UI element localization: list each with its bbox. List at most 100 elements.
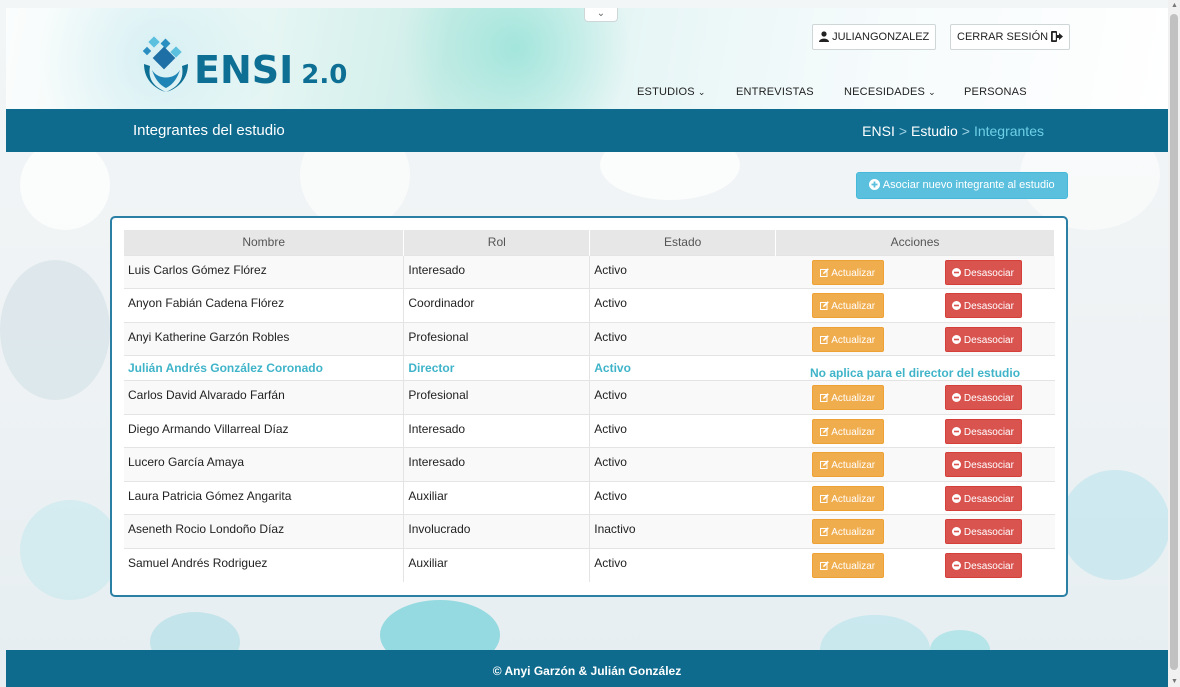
footer-copyright: © Anyi Garzón & Julián González [492, 664, 682, 678]
cell-status: Activo [589, 321, 776, 356]
dissociate-label: Desasociar [963, 460, 1014, 471]
chevron-down-icon: ⌄ [697, 87, 706, 97]
dissociate-label: Desasociar [963, 560, 1014, 572]
nav-estudios[interactable]: ESTUDIOS ⌄ [637, 86, 706, 98]
logo-version: 2.0 [301, 60, 348, 90]
edit-icon [819, 301, 829, 310]
cell-role: Director [403, 355, 590, 381]
nav-entrevistas[interactable]: ENTREVISTAS [736, 86, 814, 98]
logout-label: CERRAR SESIÓN [957, 31, 1049, 43]
logo-text: ENSI 2.0 [194, 48, 347, 92]
scroll-down-arrow-icon[interactable]: ▼ [1171, 678, 1178, 685]
logout-button[interactable]: CERRAR SESIÓN [950, 24, 1071, 50]
cell-actions: Actualizar Desasociar [775, 514, 1055, 548]
minus-circle-icon [952, 560, 962, 570]
cell-role: Interesado [403, 254, 590, 289]
cell-status: Activo [589, 447, 776, 481]
column-header-estado[interactable]: Estado [589, 230, 777, 255]
minus-circle-icon [952, 460, 962, 469]
dissociate-label: Desasociar [963, 527, 1014, 538]
nav-personas-label: PERSONAS [964, 86, 1027, 98]
page-scrollbar[interactable]: ▲ ▼ [1168, 0, 1180, 687]
edit-icon [819, 560, 829, 570]
cell-name: Anyon Fabián Cadena Flórez [124, 288, 404, 322]
site-header: ⌄ ENSI 2.0 JULIANGONZALEZ CERRAR SESIÓN E… [6, 8, 1168, 109]
minus-circle-icon [952, 493, 962, 503]
breadcrumb: ENSI > Estudio > Integrantes [862, 123, 1044, 139]
update-button[interactable]: Actualizar [811, 293, 884, 318]
update-label: Actualizar [831, 301, 876, 312]
dissociate-button[interactable]: Desasociar [944, 385, 1022, 410]
site-footer: © Anyi Garzón & Julián González [6, 650, 1168, 687]
dissociate-button[interactable]: Desasociar [944, 418, 1022, 444]
update-button[interactable]: Actualizar [811, 519, 884, 544]
breadcrumb-item-estudio[interactable]: Estudio [911, 123, 958, 139]
cell-status: Activo [589, 254, 776, 289]
table-row: Samuel Andrés Rodriguez Auxiliar Activo Ac… [124, 547, 1055, 582]
nav-personas[interactable]: PERSONAS [964, 86, 1027, 98]
dissociate-label: Desasociar [963, 493, 1014, 505]
members-panel: Nombre Rol Estado Acciones Luis Carlos G… [110, 216, 1068, 597]
cell-actions: Actualizar Desasociar [775, 321, 1055, 356]
bokeh-decoration [20, 140, 110, 230]
logo-name: ENSI [194, 48, 294, 92]
edit-icon [819, 527, 829, 536]
cell-status: Activo [589, 480, 776, 515]
cell-name: Anyi Katherine Garzón Robles [124, 321, 404, 356]
add-member-button[interactable]: Asociar nuevo integrante al estudio [856, 172, 1068, 199]
table-row: Luis Carlos Gómez Flórez Interesado Activo… [124, 254, 1055, 289]
column-header-rol[interactable]: Rol [403, 230, 591, 255]
cell-name: Carlos David Alvarado Farfán [124, 380, 404, 414]
update-label: Actualizar [831, 493, 876, 505]
column-header-nombre[interactable]: Nombre [124, 230, 405, 255]
header-collapse-toggle[interactable]: ⌄ [584, 8, 618, 22]
dissociate-button[interactable]: Desasociar [944, 259, 1022, 285]
dissociate-button[interactable]: Desasociar [944, 519, 1022, 544]
cell-actions: No aplica para el director del estudio [775, 355, 1055, 381]
cell-actions: Actualizar Desasociar [775, 480, 1055, 515]
update-button[interactable]: Actualizar [811, 385, 884, 410]
update-button[interactable]: Actualizar [811, 552, 884, 578]
edit-icon [819, 460, 829, 469]
breadcrumb-item-ensi[interactable]: ENSI [862, 123, 895, 139]
cell-actions: Actualizar Desasociar [775, 288, 1055, 322]
edit-icon [819, 393, 829, 402]
dissociate-label: Desasociar [963, 301, 1014, 312]
update-label: Actualizar [831, 393, 876, 404]
dissociate-button[interactable]: Desasociar [944, 326, 1022, 352]
table-row: Lucero García Amaya Interesado Activo Actu… [124, 447, 1055, 481]
dissociate-button[interactable]: Desasociar [944, 552, 1022, 578]
dissociate-button[interactable]: Desasociar [944, 452, 1022, 477]
update-label: Actualizar [831, 334, 876, 346]
update-button[interactable]: Actualizar [811, 452, 884, 477]
update-button[interactable]: Actualizar [811, 326, 884, 352]
user-name: JULIANGONZALEZ [832, 31, 930, 43]
update-label: Actualizar [831, 560, 876, 572]
dissociate-button[interactable]: Desasociar [944, 485, 1022, 511]
update-label: Actualizar [831, 426, 876, 438]
plus-circle-icon [869, 179, 881, 190]
user-profile-button[interactable]: JULIANGONZALEZ [812, 24, 937, 50]
dissociate-button[interactable]: Desasociar [944, 293, 1022, 318]
cell-role: Interesado [403, 447, 590, 481]
cell-role: Auxiliar [403, 480, 590, 515]
minus-circle-icon [952, 426, 962, 436]
table-row: Laura Patricia Gómez Angarita Auxiliar Act… [124, 480, 1055, 515]
update-button[interactable]: Actualizar [811, 259, 884, 285]
dissociate-label: Desasociar [963, 334, 1014, 346]
breadcrumb-separator: > [898, 123, 908, 139]
update-label: Actualizar [831, 267, 876, 279]
update-label: Actualizar [831, 527, 876, 538]
update-button[interactable]: Actualizar [811, 485, 884, 511]
scrollbar-thumb[interactable] [1170, 14, 1178, 670]
header-glow [386, 8, 646, 109]
ensi-logo[interactable]: ENSI 2.0 [140, 34, 370, 109]
logo-emblem-icon [142, 36, 188, 92]
table-row: Diego Armando Villarreal Díaz Interesado A… [124, 413, 1055, 448]
nav-necesidades[interactable]: NECESIDADES ⌄ [844, 86, 936, 98]
cell-role: Profesional [403, 380, 590, 414]
update-button[interactable]: Actualizar [811, 418, 884, 444]
scroll-up-arrow-icon[interactable]: ▲ [1171, 2, 1178, 9]
cell-role: Auxiliar [403, 547, 590, 582]
cell-status: Activo [589, 380, 776, 414]
